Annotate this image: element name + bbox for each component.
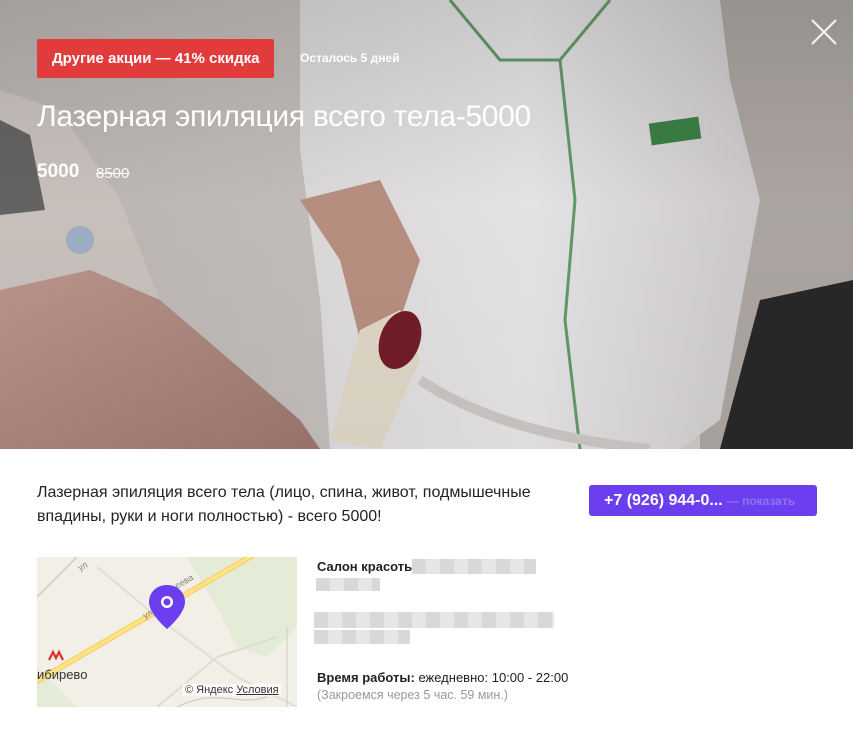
promo-title: Лазерная эпиляция всего тела-5000: [37, 100, 531, 133]
promo-description: Лазерная эпиляция всего тела (лицо, спин…: [37, 484, 531, 525]
address-redacted: [314, 630, 410, 644]
show-phone-label: — показать: [726, 493, 796, 508]
address-redacted: [314, 612, 554, 628]
salon-name-redacted: [412, 559, 536, 574]
salon-name-label: Салон красоты: [317, 559, 416, 574]
map-terms-link[interactable]: Условия: [236, 684, 278, 696]
metro-station-label: ибирево: [37, 667, 88, 682]
salon-name-redacted: [316, 578, 380, 591]
close-icon: [811, 19, 837, 45]
other-promos-button[interactable]: Другие акции — 41% скидка: [37, 39, 275, 78]
days-left-label: Осталось 5 дней: [300, 51, 400, 65]
show-phone-button[interactable]: +7 (926) 944-0... — показать: [589, 485, 817, 516]
phone-number: +7 (926) 944-0...: [604, 491, 723, 509]
closing-time-note: (Закроемся через 5 час. 59 мин.): [317, 688, 508, 702]
close-button[interactable]: [810, 18, 838, 46]
working-hours-value: ежедневно: 10:00 - 22:00: [418, 670, 569, 685]
working-hours: Время работы: ежедневно: 10:00 - 22:00: [317, 670, 568, 685]
old-price: 8500: [96, 165, 130, 182]
working-hours-label: Время работы:: [317, 670, 415, 685]
map-copyright: © Яндекс Условия: [183, 684, 281, 696]
yandex-copyright: © Яндекс: [185, 684, 234, 696]
current-price: 5000: [37, 161, 80, 182]
